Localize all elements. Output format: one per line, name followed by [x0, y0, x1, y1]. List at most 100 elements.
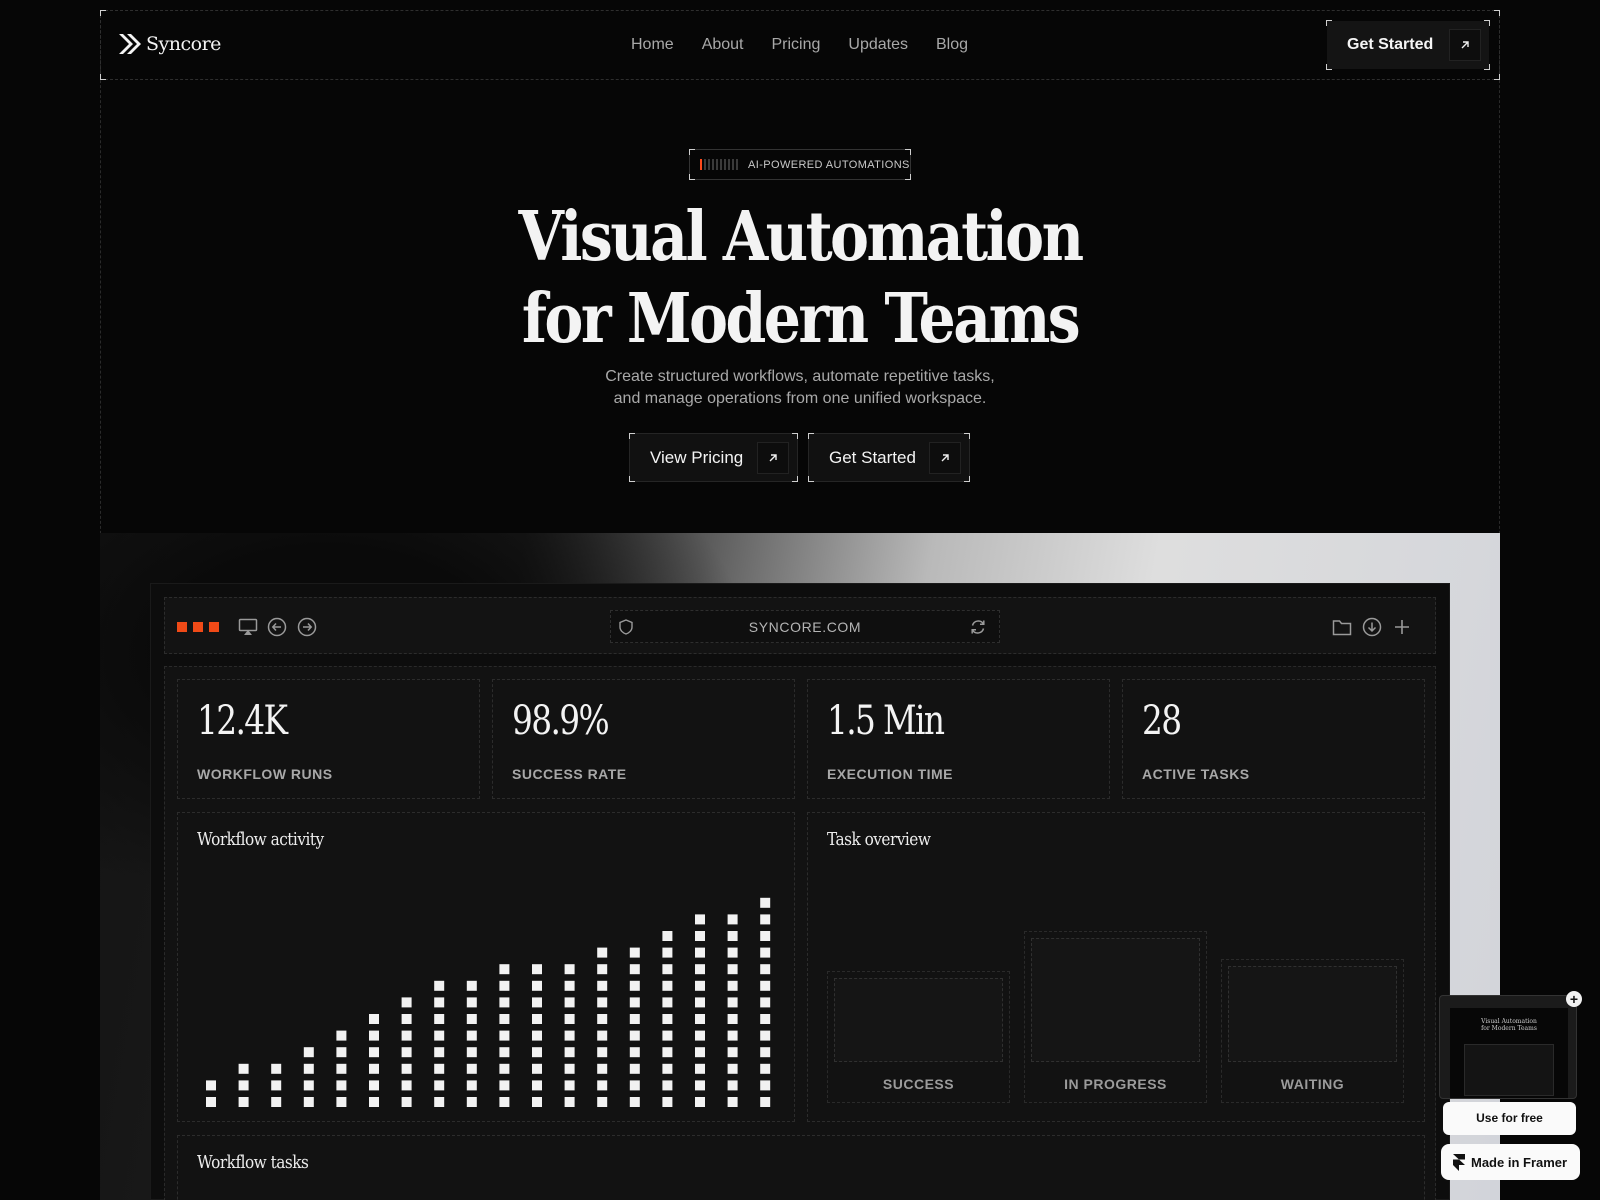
workflow-tasks-title: Workflow tasks: [197, 1152, 309, 1173]
address-bar[interactable]: SYNCORE.COM: [610, 610, 1000, 643]
activity-bar: [401, 997, 412, 1107]
window-control-dot[interactable]: [193, 622, 203, 632]
get-started-hero-button[interactable]: Get Started: [808, 433, 970, 482]
use-for-free-button[interactable]: Use for free: [1443, 1102, 1576, 1135]
dashboard-preview: SYNCORE.COM 12.4K WORKFLOW RUNS 98.9% SU…: [150, 583, 1450, 1200]
task-status-in-progress: IN PROGRESS: [1024, 931, 1207, 1103]
dashboard-panel: 12.4K WORKFLOW RUNS 98.9% SUCCESS RATE 1…: [164, 666, 1436, 1200]
nav-link-pricing[interactable]: Pricing: [772, 36, 821, 54]
made-in-framer-button[interactable]: Made in Framer: [1441, 1144, 1580, 1180]
task-status-bar: [834, 978, 1003, 1062]
stat-card-active-tasks: 28 ACTIVE TASKS: [1122, 679, 1425, 799]
stat-card-success-rate: 98.9% SUCCESS RATE: [492, 679, 795, 799]
activity-bar: [238, 1063, 249, 1107]
stat-label: SUCCESS RATE: [512, 766, 627, 782]
made-in-framer-label: Made in Framer: [1471, 1154, 1568, 1170]
activity-bar: [206, 1080, 216, 1107]
task-status-label: IN PROGRESS: [1064, 1076, 1167, 1092]
folder-icon[interactable]: [1331, 616, 1353, 638]
brand-logo[interactable]: Syncore: [119, 33, 221, 55]
hero-subtitle-line1: Create structured workflows, automate re…: [605, 368, 995, 385]
activity-bar: [434, 980, 445, 1107]
view-pricing-button[interactable]: View Pricing: [629, 433, 798, 482]
plus-icon[interactable]: [1391, 616, 1413, 638]
get-started-hero-label: Get Started: [829, 447, 916, 467]
task-status-bar: [1228, 966, 1397, 1062]
template-preview-thumbnail[interactable]: Visual Automation for Modern Teams: [1439, 995, 1577, 1099]
stat-value: 1.5 Min: [827, 698, 945, 744]
activity-bar: [303, 1047, 314, 1107]
airplay-icon[interactable]: [237, 616, 259, 638]
task-overview-title: Task overview: [827, 829, 931, 850]
thumbnail-title-line1: Visual Automation: [1481, 1018, 1537, 1025]
url-text: SYNCORE.COM: [748, 619, 862, 635]
nav-link-about[interactable]: About: [702, 36, 744, 54]
view-pricing-label: View Pricing: [650, 447, 744, 467]
activity-bar: [499, 964, 510, 1107]
activity-bar: [662, 931, 673, 1107]
arrow-up-right-icon: [1449, 29, 1481, 61]
nav-links: Home About Pricing Updates Blog: [631, 36, 996, 54]
brand-name: Syncore: [146, 33, 221, 55]
stat-card-execution-time: 1.5 Min EXECUTION TIME: [807, 679, 1110, 799]
workflow-tasks-card: Workflow tasks: [177, 1135, 1425, 1200]
expand-plus-icon[interactable]: +: [1566, 991, 1582, 1007]
activity-bar: [564, 964, 575, 1107]
corner-mark: [1326, 64, 1332, 70]
activity-bar: [727, 914, 738, 1107]
window-controls: [177, 622, 219, 632]
hero-title-line1: Visual Automation: [518, 197, 1084, 277]
task-status-label: SUCCESS: [882, 1076, 955, 1092]
corner-mark: [1484, 64, 1490, 70]
nav-link-home[interactable]: Home: [631, 36, 674, 54]
nav-link-updates[interactable]: Updates: [848, 36, 908, 54]
workflow-activity-card: Workflow activity: [177, 812, 795, 1122]
stat-card-workflow-runs: 12.4K WORKFLOW RUNS: [177, 679, 480, 799]
stat-label: ACTIVE TASKS: [1142, 766, 1250, 782]
activity-bar: [369, 1014, 379, 1107]
window-control-dot[interactable]: [209, 622, 219, 632]
download-icon[interactable]: [1361, 616, 1383, 638]
back-arrow-icon[interactable]: [266, 616, 288, 638]
corner-mark: [905, 149, 911, 155]
corner-mark: [629, 476, 635, 482]
forward-arrow-icon[interactable]: [296, 616, 318, 638]
corner-mark: [792, 476, 798, 482]
activity-bar: [532, 964, 542, 1107]
thumbnail-title-line2: for Modern Teams: [1481, 1025, 1537, 1032]
stat-label: WORKFLOW RUNS: [197, 766, 333, 782]
activity-bar: [597, 947, 608, 1107]
arrow-up-right-icon: [757, 442, 789, 474]
syncore-logo-icon: [119, 34, 141, 54]
hero-title: Visual Automation for Modern Teams: [456, 196, 1144, 360]
thumbnail-title: Visual Automation for Modern Teams: [1450, 1018, 1568, 1032]
activity-bar: [695, 914, 705, 1107]
corner-mark: [792, 433, 798, 439]
corner-mark: [689, 174, 695, 180]
refresh-icon[interactable]: [967, 616, 989, 638]
hero-badge: AI-POWERED AUTOMATIONS: [689, 149, 911, 180]
corner-mark: [964, 476, 970, 482]
hero-subtitle-line2: and manage operations from one unified w…: [613, 390, 987, 407]
stat-value: 12.4K: [197, 698, 288, 744]
task-overview-card: Task overview SUCCESS IN PROGRESS WAITIN…: [807, 812, 1425, 1122]
window-control-dot[interactable]: [177, 622, 187, 632]
get-started-nav-button[interactable]: Get Started: [1326, 20, 1490, 70]
corner-mark: [1484, 20, 1490, 26]
workflow-activity-chart: [206, 897, 771, 1107]
corner-mark: [629, 433, 635, 439]
hero-badge-text: AI-POWERED AUTOMATIONS: [748, 158, 910, 171]
top-navigation: Syncore Home About Pricing Updates Blog …: [100, 10, 1500, 80]
task-status-success: SUCCESS: [827, 971, 1010, 1103]
corner-mark: [808, 433, 814, 439]
corner-mark: [100, 10, 106, 16]
arrow-up-right-icon: [929, 442, 961, 474]
progress-bars-icon: [700, 159, 738, 170]
corner-mark: [1494, 74, 1500, 80]
corner-mark: [1326, 20, 1332, 26]
nav-link-blog[interactable]: Blog: [936, 36, 968, 54]
task-status-waiting: WAITING: [1221, 959, 1404, 1103]
corner-mark: [1494, 10, 1500, 16]
stat-value: 98.9%: [512, 698, 610, 744]
corner-mark: [100, 74, 106, 80]
